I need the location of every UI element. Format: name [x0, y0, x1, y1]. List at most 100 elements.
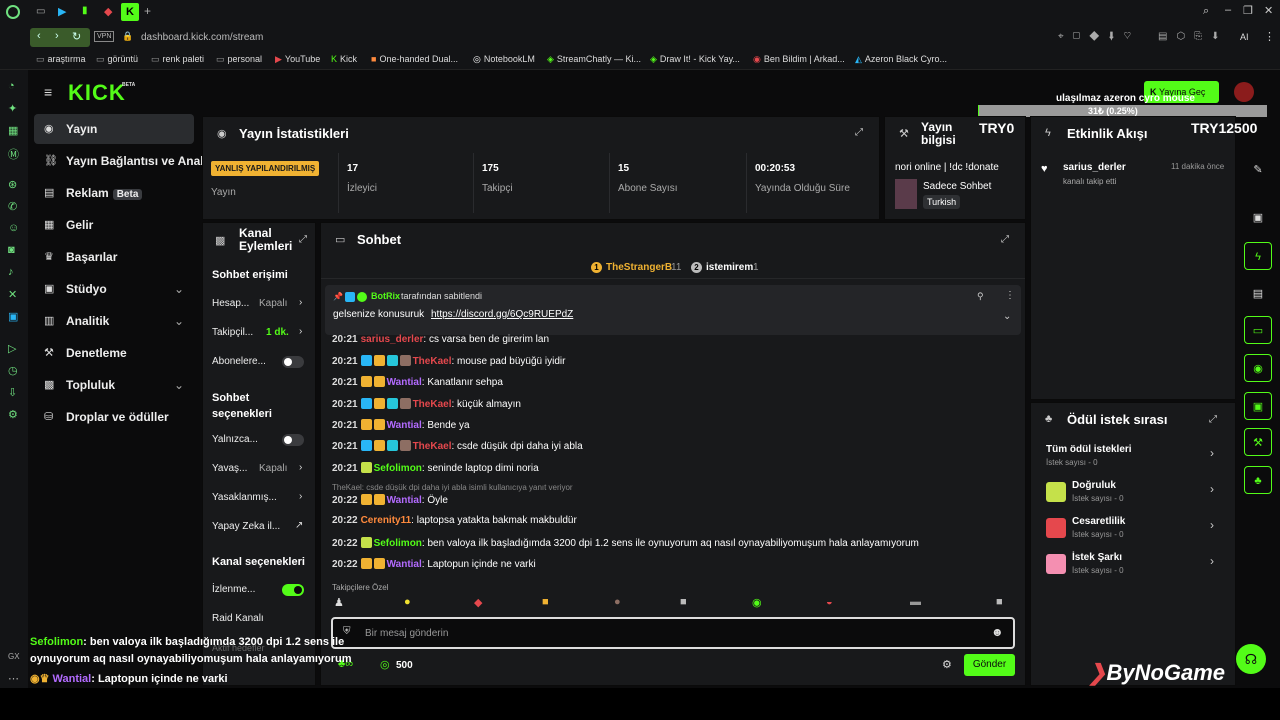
stats-rail-icon[interactable]: ◉: [1244, 354, 1272, 382]
emote-icon[interactable]: ◉: [752, 596, 762, 609]
speed-dial-icon[interactable]: ◔: [8, 80, 15, 92]
maximize-icon[interactable]: ❐: [1243, 4, 1253, 17]
bookmark-item[interactable]: ◉ Ben Bildim | Arkad...: [753, 54, 845, 65]
wrench-rail-icon[interactable]: ⚒: [1244, 428, 1272, 456]
bookmark-item[interactable]: K Kick: [331, 54, 357, 64]
kick-logo[interactable]: KICK: [68, 80, 126, 106]
message-username[interactable]: TheKael: [413, 441, 452, 452]
whatsapp-icon[interactable]: ✆: [8, 200, 17, 213]
pin-link[interactable]: https://discord.gg/6Qc9RUEPdZ: [431, 309, 573, 320]
emote-icon[interactable]: ■: [680, 596, 687, 608]
message-username[interactable]: sarius_derler: [361, 334, 424, 345]
edit-icon[interactable]: ✎: [1244, 156, 1272, 184]
event-user[interactable]: sarius_derler: [1063, 162, 1126, 173]
bookmark-item[interactable]: ◭ Azeron Black Cyro...: [855, 54, 947, 65]
reload-icon[interactable]: ↻: [72, 30, 81, 43]
support-icon[interactable]: ☊: [1236, 644, 1266, 674]
message-username[interactable]: Sefolimon: [374, 538, 422, 549]
close-icon[interactable]: ✕: [1264, 4, 1273, 17]
sidebar-item-analytics[interactable]: ▥ Analitik ⌄: [34, 306, 194, 336]
bookmark-item[interactable]: ▭ renk paleti: [151, 54, 204, 65]
discord-icon[interactable]: ☺: [8, 222, 19, 234]
reward-row[interactable]: İstek Şarkı İstek sayısı - 0 ›: [1030, 548, 1230, 584]
list-icon[interactable]: ▤: [1244, 280, 1272, 308]
minimize-icon[interactable]: –: [1225, 4, 1231, 16]
ai-button[interactable]: AI: [1240, 32, 1249, 42]
setting-account-age[interactable]: Hesap...: [212, 298, 249, 309]
sidebar-item-revenue[interactable]: ▦ Gelir: [34, 210, 194, 240]
sidebar-item-achievements[interactable]: ♛ Başarılar: [34, 242, 194, 272]
external-link-icon[interactable]: ↗: [295, 520, 303, 531]
new-tab-icon[interactable]: +: [144, 4, 151, 18]
panel-icon[interactable]: ▣: [1244, 204, 1272, 232]
tab-icon[interactable]: ▭: [36, 6, 45, 17]
category-name[interactable]: Sadece Sohbet: [923, 181, 991, 192]
tiktok-icon[interactable]: ♪: [8, 266, 14, 278]
message-username[interactable]: Sefolimon: [374, 463, 422, 474]
reward-all-row[interactable]: Tüm ödül istekleri İstek sayısı - 0 ›: [1030, 440, 1230, 476]
bookmark-item[interactable]: ■ One-handed Dual...: [371, 54, 458, 64]
emote-icon[interactable]: ●: [614, 596, 621, 608]
info-rail-icon[interactable]: ▣: [1244, 392, 1272, 420]
top-gifter-1[interactable]: TheStrangerB: [606, 262, 672, 273]
forward-icon[interactable]: ›: [55, 30, 59, 42]
menu-icon[interactable]: ⋮: [1264, 30, 1275, 43]
download-icon[interactable]: ⇩: [8, 386, 17, 399]
chevron-right-icon[interactable]: ›: [299, 297, 302, 308]
emote-icon[interactable]: ◒: [826, 596, 833, 608]
emote-icon[interactable]: ◆: [474, 596, 482, 609]
sidebar-item-community[interactable]: ▩ Topluluk ⌄: [34, 370, 194, 400]
message-username[interactable]: TheKael: [413, 356, 452, 367]
emote-icon[interactable]: ■: [996, 596, 1003, 608]
unpin-icon[interactable]: ⚲: [977, 291, 984, 302]
message-username[interactable]: Wantial: [387, 559, 422, 570]
wallet-icon[interactable]: ▦: [8, 124, 18, 137]
setting-viewers[interactable]: İzlenme...: [212, 584, 255, 595]
search-icon[interactable]: ⌕: [1203, 5, 1209, 18]
tab-chart-icon[interactable]: ▮: [82, 5, 88, 16]
setting-followers[interactable]: Takipçil...: [212, 327, 253, 338]
chat-settings-icon[interactable]: ⚙: [942, 658, 952, 671]
hamburger-icon[interactable]: ≡: [44, 84, 52, 100]
emote-icon[interactable]: ♟: [334, 596, 344, 609]
settings-icon[interactable]: ⚙: [8, 408, 18, 421]
opera-logo-icon[interactable]: [6, 5, 20, 19]
emote-icon[interactable]: ●: [404, 596, 411, 608]
viewers-toggle[interactable]: [282, 584, 304, 596]
avatar[interactable]: [1234, 82, 1254, 102]
setting-ai-moderation[interactable]: Yapay Zeka il...: [212, 521, 280, 532]
chat-input-box[interactable]: ⛨ Bir mesaj gönderin ☻: [331, 617, 1015, 649]
history-icon[interactable]: ◷: [8, 364, 18, 377]
messenger-icon[interactable]: Ⓜ: [8, 146, 19, 162]
sidebar-item-yayin[interactable]: ◉ Yayın: [34, 114, 194, 144]
pin-author[interactable]: BotRix: [371, 291, 400, 301]
setting-raid-channel[interactable]: Raid Kanalı: [212, 613, 264, 624]
chevron-down-icon[interactable]: ⌄: [1003, 311, 1011, 322]
setting-subscribers[interactable]: Abonelere...: [212, 356, 266, 367]
gx-icon[interactable]: GX: [8, 652, 20, 661]
chevron-right-icon[interactable]: ›: [299, 491, 302, 502]
message-username[interactable]: Cerenity11: [361, 515, 412, 526]
expand-icon[interactable]: ⤢: [299, 234, 307, 245]
bookmark-item[interactable]: ◈ Draw It! - Kick Yay...: [650, 54, 740, 65]
bookmark-item[interactable]: ▭ personal: [216, 54, 262, 65]
setting-slow-mode[interactable]: Yavaş...: [212, 463, 247, 474]
expand-icon[interactable]: ⤢: [1001, 234, 1009, 245]
x-icon[interactable]: ✕: [8, 288, 17, 301]
top-gifter-2[interactable]: istemirem: [706, 262, 753, 273]
tab-play-icon[interactable]: ▶: [58, 5, 66, 18]
sidebar-item-drops[interactable]: ⛁ Droplar ve ödüller: [34, 402, 194, 432]
category-thumbnail[interactable]: [895, 179, 917, 209]
sidebar-item-moderation[interactable]: ⚒ Denetleme: [34, 338, 194, 368]
vpn-badge[interactable]: VPN: [94, 31, 115, 42]
message-username[interactable]: TheKael: [413, 399, 452, 410]
emote-icon[interactable]: ▬: [910, 596, 921, 608]
tab-game-icon[interactable]: ◆: [104, 5, 112, 18]
bookmark-item[interactable]: ▭ araştırma: [36, 54, 86, 65]
message-username[interactable]: Wantial: [387, 495, 422, 506]
instagram-icon[interactable]: ◙: [8, 244, 15, 256]
bookmark-item[interactable]: ◎ NotebookLM: [473, 54, 535, 65]
message-username[interactable]: Wantial: [387, 377, 422, 388]
sidebar-item-studio[interactable]: ▣ Stüdyo ⌄: [34, 274, 194, 304]
extension-icons[interactable]: ⌖▢◆⬇♡: [1058, 31, 1140, 42]
